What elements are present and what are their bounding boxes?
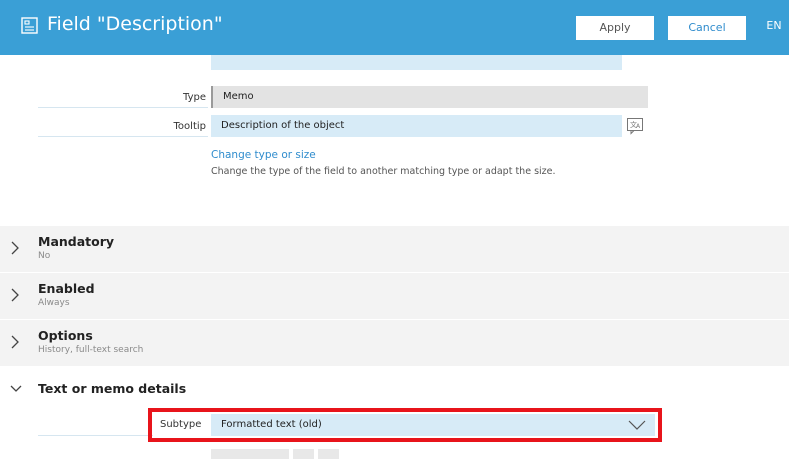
type-value: Memo	[211, 86, 648, 108]
form-icon	[21, 17, 38, 34]
section-subtitle: No	[38, 251, 51, 261]
chevron-right-icon	[11, 288, 19, 302]
section-options[interactable]: Options History, full-text search	[0, 320, 789, 366]
chevron-right-icon	[11, 335, 19, 349]
tooltip-divider	[38, 136, 208, 137]
chevron-right-icon	[11, 241, 19, 255]
tooltip-input[interactable]: Description of the object	[211, 115, 622, 137]
section-title: Text or memo details	[38, 381, 187, 396]
section-title: Enabled	[38, 281, 95, 296]
page-title: Field "Description"	[47, 13, 223, 35]
section-subtitle: History, full-text search	[38, 345, 144, 355]
previous-field-input[interactable]	[211, 55, 622, 70]
chevron-down-icon	[10, 385, 22, 392]
section-title: Options	[38, 328, 93, 343]
change-type-description: Change the type of the field to another …	[211, 166, 556, 177]
bottom-control[interactable]	[318, 449, 339, 459]
section-mandatory[interactable]: Mandatory No	[0, 226, 789, 272]
section-subtitle: Always	[38, 298, 70, 308]
type-divider	[38, 107, 208, 108]
bottom-control[interactable]	[211, 449, 289, 459]
bottom-control[interactable]	[293, 449, 314, 459]
section-text-memo-details[interactable]: Text or memo details	[0, 376, 789, 406]
section-enabled[interactable]: Enabled Always	[0, 273, 789, 319]
section-title: Mandatory	[38, 234, 115, 249]
svg-text:A: A	[636, 123, 641, 130]
type-label: Type	[183, 92, 206, 103]
cancel-button[interactable]: Cancel	[668, 16, 746, 40]
tooltip-label: Tooltip	[173, 121, 206, 132]
highlight-box	[148, 408, 662, 442]
change-type-link[interactable]: Change type or size	[211, 149, 316, 161]
title-bar: Field "Description" Apply Cancel EN	[0, 0, 789, 55]
apply-button[interactable]: Apply	[576, 16, 654, 40]
translate-icon[interactable]: 文 A	[626, 117, 644, 135]
subtype-divider	[38, 435, 153, 436]
language-selector[interactable]: EN	[762, 19, 786, 32]
